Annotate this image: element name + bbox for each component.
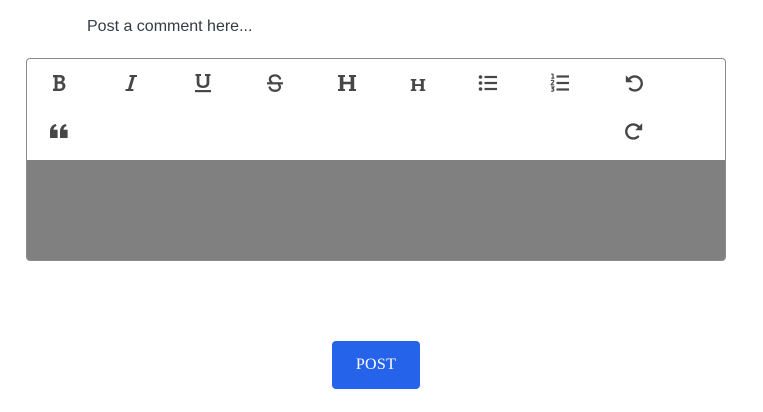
heading-large-button[interactable] xyxy=(331,67,363,99)
italic-button[interactable] xyxy=(115,67,147,99)
underline-icon xyxy=(195,74,211,93)
strikethrough-icon xyxy=(267,74,283,92)
redo-icon xyxy=(625,123,643,140)
post-button[interactable]: POST xyxy=(332,341,420,389)
heading-small-button[interactable] xyxy=(402,69,434,101)
numbered-list-icon xyxy=(550,73,569,92)
numbered-list-button[interactable] xyxy=(544,67,576,99)
italic-icon xyxy=(125,75,137,91)
undo-button[interactable] xyxy=(618,67,650,99)
rich-text-editor xyxy=(26,58,726,261)
bold-button[interactable] xyxy=(43,67,75,99)
editor-text-area[interactable] xyxy=(27,160,725,260)
heading-small-icon xyxy=(410,79,426,91)
redo-button[interactable] xyxy=(618,115,650,147)
undo-icon xyxy=(625,75,643,92)
comment-prompt-label: Post a comment here... xyxy=(87,18,253,35)
heading-large-icon xyxy=(338,75,356,91)
strikethrough-button[interactable] xyxy=(259,67,291,99)
quote-icon xyxy=(50,124,68,138)
underline-button[interactable] xyxy=(187,67,219,99)
bulleted-list-button[interactable] xyxy=(472,67,504,99)
blockquote-button[interactable] xyxy=(43,115,75,147)
bold-icon xyxy=(53,75,66,91)
bulleted-list-icon xyxy=(478,75,497,91)
editor-toolbar xyxy=(27,59,725,160)
